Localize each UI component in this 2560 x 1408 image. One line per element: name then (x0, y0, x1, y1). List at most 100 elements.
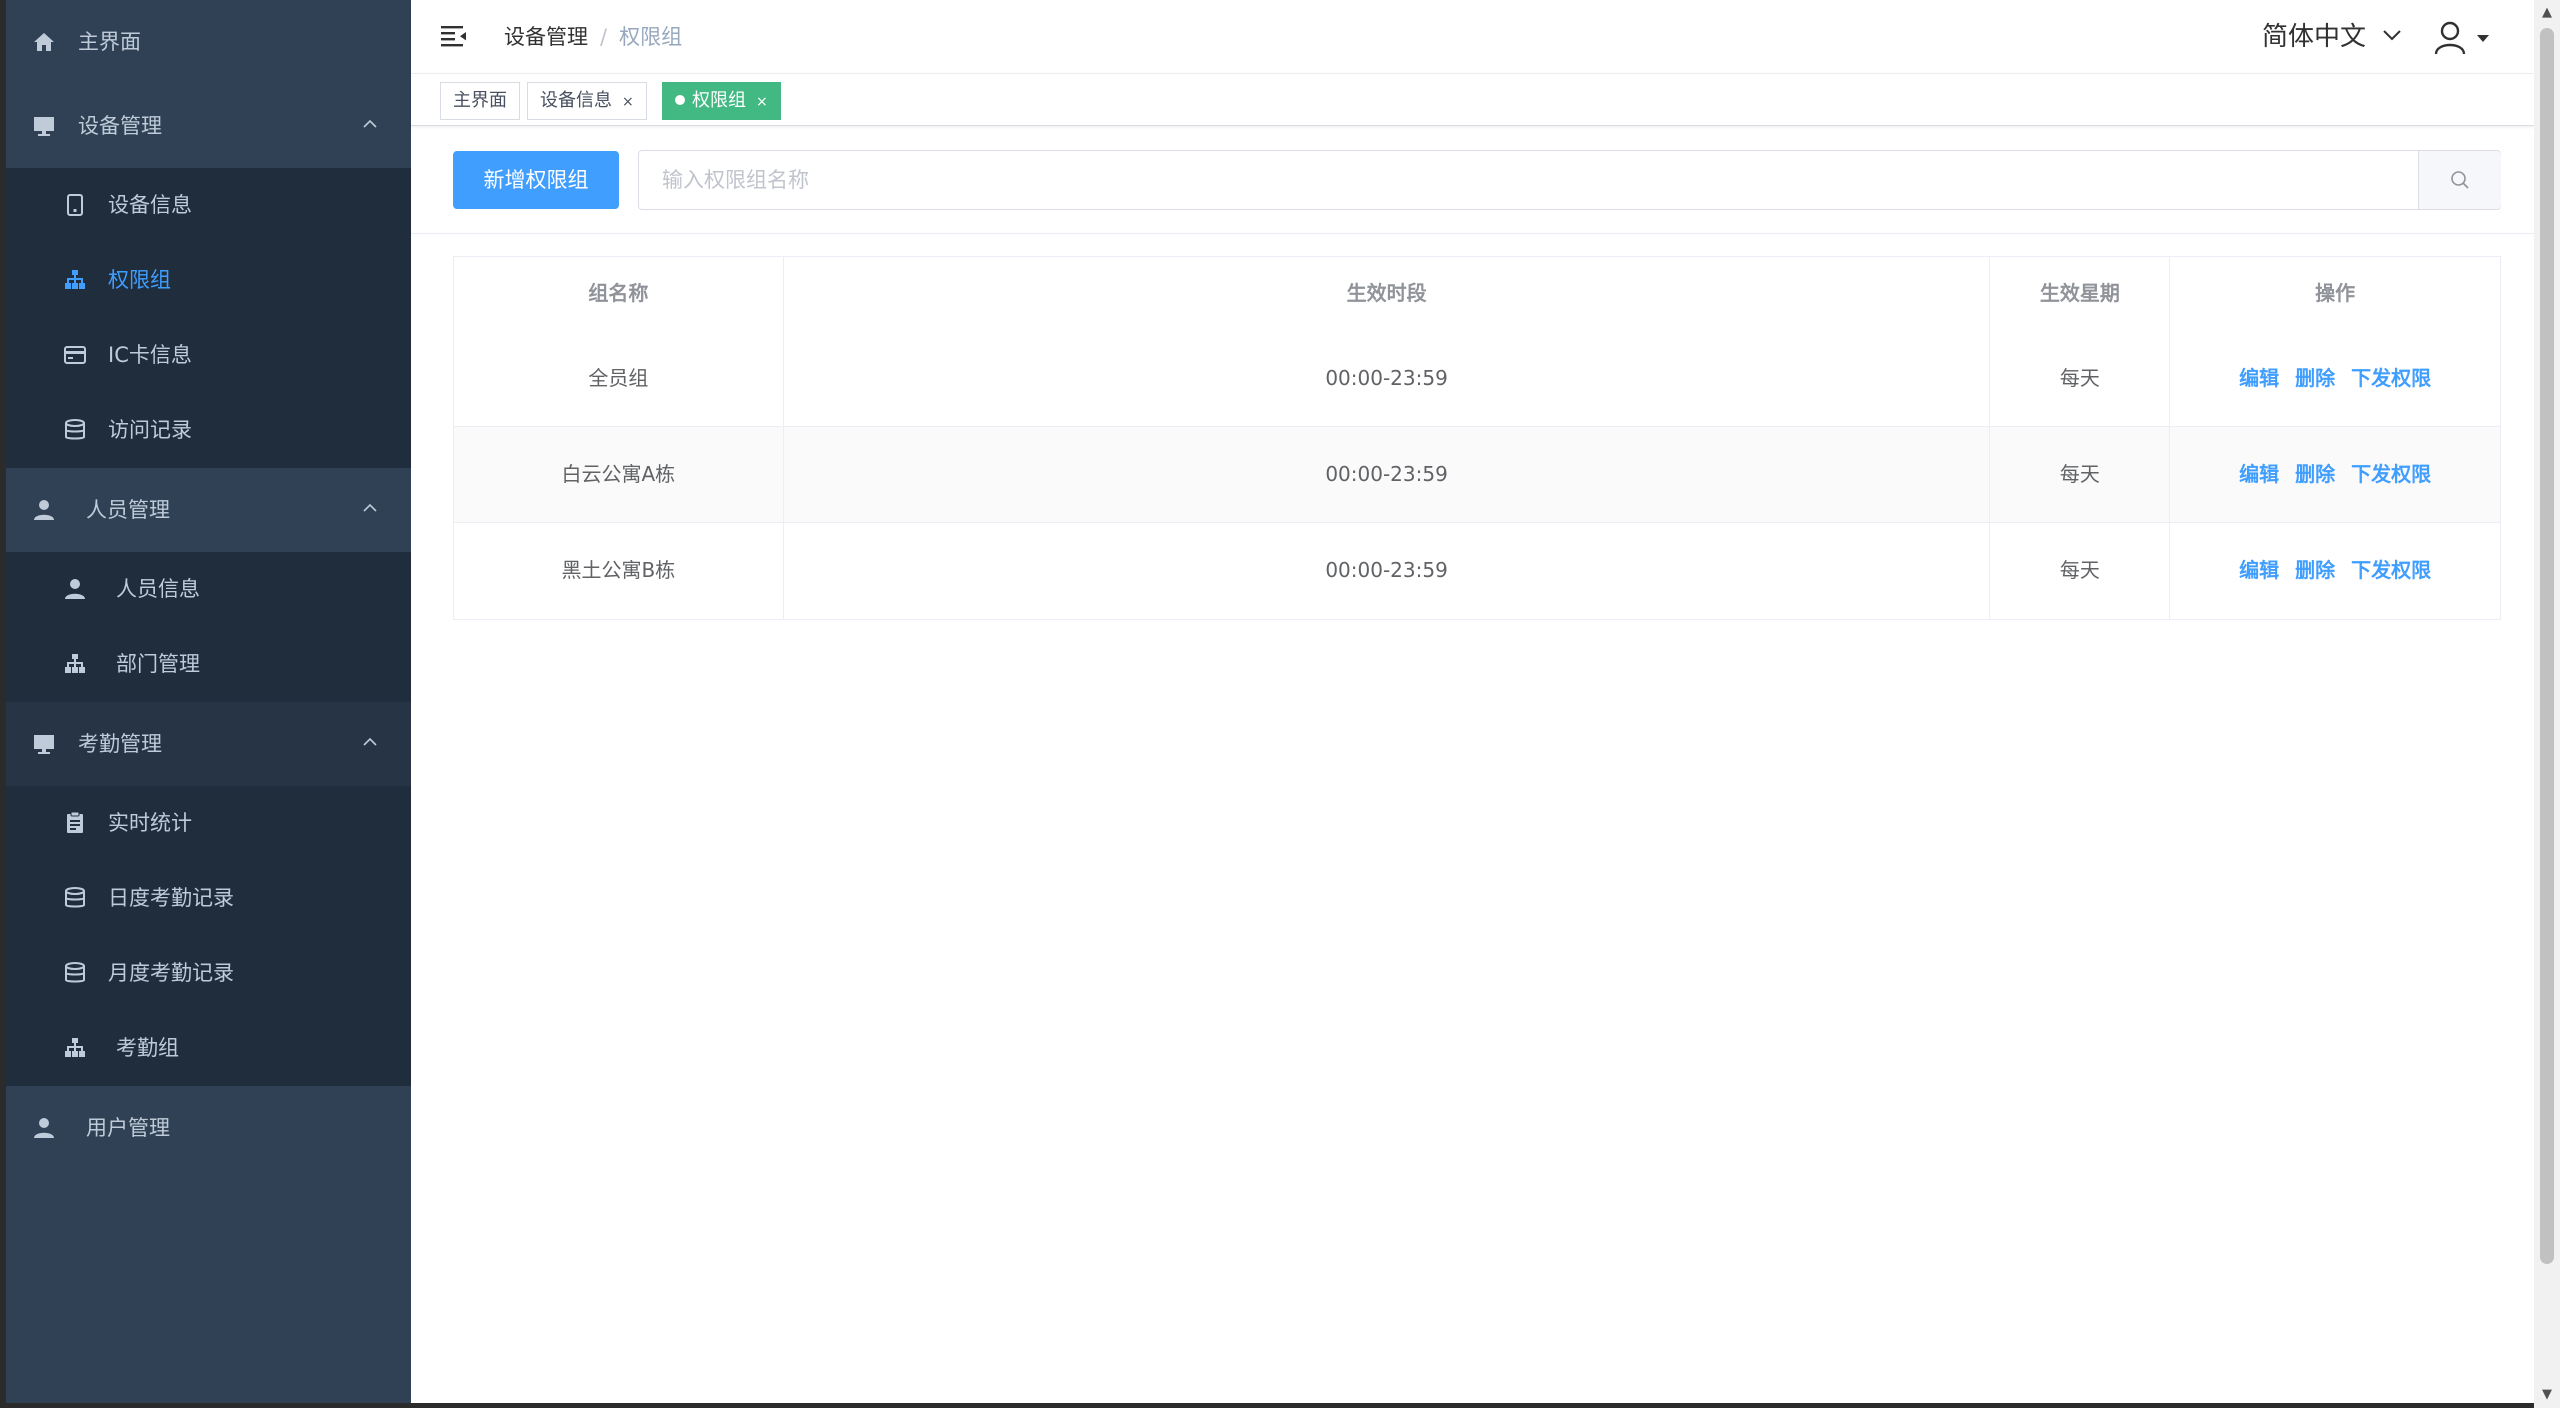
tag-device-info[interactable]: 设备信息 × (527, 82, 647, 120)
sidebar-menu-people-mgmt[interactable]: 人员管理 (6, 468, 411, 552)
monitor-icon (34, 735, 54, 754)
column-header-period: 生效时段 (784, 257, 1991, 331)
delete-link[interactable]: 删除 (2295, 366, 2335, 390)
cell-weekday: 每天 (1990, 523, 2171, 619)
tablet-icon (67, 194, 83, 216)
add-permission-group-button[interactable]: 新增权限组 (453, 151, 619, 209)
scroll-down-arrow-icon[interactable]: ▼ (2534, 1382, 2560, 1408)
delete-link[interactable]: 删除 (2295, 558, 2335, 582)
cell-name: 白云公寓A栋 (454, 427, 784, 522)
app-window: 主界面 设备管理 设备信息 权限组 IC卡信息 访问记录 人员管理 人员信息 部… (6, 0, 2534, 1403)
sidebar-item-label: 人员信息 (116, 577, 200, 601)
table-row: 黑土公寓B栋 00:00-23:59 每天 编辑 删除 下发权限 (454, 523, 2500, 619)
close-icon[interactable]: × (756, 84, 768, 120)
sidebar-menu-attendance-mgmt[interactable]: 考勤管理 (6, 702, 411, 786)
sidebar-item-label: 用户管理 (86, 1116, 170, 1140)
tag-permission-group[interactable]: 权限组 × (662, 82, 781, 120)
org-tree-icon (65, 654, 85, 673)
sidebar-item-access-log[interactable]: 访问记录 (6, 393, 411, 468)
sidebar-item-user-mgmt[interactable]: 用户管理 (6, 1086, 411, 1170)
sidebar-item-device-info[interactable]: 设备信息 (6, 168, 411, 243)
submenu-people-mgmt: 人员信息 部门管理 (6, 552, 411, 702)
table-row: 全员组 00:00-23:59 每天 编辑 删除 下发权限 (454, 331, 2500, 427)
search-button[interactable] (2418, 151, 2501, 209)
tag-label: 主界面 (453, 90, 507, 111)
sidebar-item-label: 日度考勤记录 (108, 886, 234, 910)
user-icon (34, 500, 54, 520)
cell-actions: 编辑 删除 下发权限 (2170, 427, 2500, 522)
sidebar-item-home[interactable]: 主界面 (6, 0, 411, 84)
sidebar-menu-label: 人员管理 (86, 498, 170, 522)
edit-link[interactable]: 编辑 (2239, 558, 2279, 582)
scroll-up-arrow-icon[interactable]: ▲ (2534, 0, 2560, 26)
org-tree-icon (65, 270, 85, 289)
tag-label: 设备信息 (540, 90, 612, 111)
search-icon (2451, 171, 2469, 189)
chevron-down-icon[interactable] (2381, 24, 2403, 46)
breadcrumb-current: 权限组 (619, 25, 683, 49)
sidebar-item-label: 月度考勤记录 (108, 961, 234, 985)
cell-name: 黑土公寓B栋 (454, 523, 784, 619)
user-icon (65, 579, 85, 599)
hamburger-icon[interactable] (441, 24, 467, 48)
cell-actions: 编辑 删除 下发权限 (2170, 331, 2500, 426)
sidebar-item-label: 设备信息 (108, 193, 192, 217)
monitor-icon (34, 117, 54, 136)
home-icon (34, 33, 54, 51)
navbar: 设备管理 / 权限组 简体中文 (411, 0, 2534, 74)
cell-period: 00:00-23:59 (784, 523, 1991, 619)
sidebar-item-people-info[interactable]: 人员信息 (6, 552, 411, 627)
sidebar-item-label: 主界面 (78, 30, 141, 54)
sidebar-menu-device-mgmt[interactable]: 设备管理 (6, 84, 411, 168)
sidebar-item-label: 访问记录 (108, 418, 192, 442)
cell-weekday: 每天 (1990, 427, 2171, 522)
issue-permission-link[interactable]: 下发权限 (2351, 366, 2431, 390)
clipboard-icon (67, 811, 83, 833)
edit-link[interactable]: 编辑 (2239, 366, 2279, 390)
sidebar-item-realtime-stats[interactable]: 实时统计 (6, 786, 411, 861)
search-box (638, 150, 2501, 210)
database-icon (65, 962, 85, 983)
scrollbar-thumb[interactable] (2540, 28, 2554, 1264)
chevron-up-icon (363, 503, 377, 512)
sidebar-item-ic-card[interactable]: IC卡信息 (6, 318, 411, 393)
edit-link[interactable]: 编辑 (2239, 462, 2279, 486)
delete-link[interactable]: 删除 (2295, 462, 2335, 486)
section-divider (411, 233, 2534, 234)
vertical-scrollbar[interactable]: ▲ ▼ (2534, 0, 2560, 1408)
sidebar-item-department[interactable]: 部门管理 (6, 627, 411, 702)
column-header-actions: 操作 (2315, 281, 2356, 305)
sidebar-item-label: 权限组 (108, 268, 171, 292)
cell-period: 00:00-23:59 (784, 427, 1991, 522)
close-icon[interactable]: × (622, 84, 634, 120)
submenu-attendance-mgmt: 实时统计 日度考勤记录 月度考勤记录 考勤组 (6, 786, 411, 1086)
tag-home[interactable]: 主界面 (440, 82, 520, 120)
sidebar-item-attendance-group[interactable]: 考勤组 (6, 1011, 411, 1086)
table-body: 全员组 00:00-23:59 每天 编辑 删除 下发权限 白云公寓A栋 00:00… (454, 331, 2500, 619)
sidebar-item-daily-attendance[interactable]: 日度考勤记录 (6, 861, 411, 936)
issue-permission-link[interactable]: 下发权限 (2351, 462, 2431, 486)
submenu-device-mgmt: 设备信息 权限组 IC卡信息 访问记录 (6, 168, 411, 468)
sidebar-item-monthly-attendance[interactable]: 月度考勤记录 (6, 936, 411, 1011)
sidebar-item-label: 实时统计 (108, 811, 192, 835)
search-input[interactable] (639, 151, 2418, 209)
active-dot-icon (675, 95, 685, 105)
chevron-up-icon (363, 119, 377, 128)
user-avatar-icon[interactable] (2433, 20, 2467, 56)
table-header-row: 组名称 生效时段 生效星期 操作 (454, 257, 2500, 331)
table-header: 组名称 生效时段 生效星期 操作 (454, 257, 2500, 331)
breadcrumb-item[interactable]: 设备管理 (504, 25, 588, 49)
issue-permission-link[interactable]: 下发权限 (2351, 558, 2431, 582)
cell-weekday: 每天 (1990, 331, 2171, 426)
org-tree-icon (65, 1038, 85, 1057)
sidebar-item-permission-group[interactable]: 权限组 (6, 243, 411, 318)
sidebar-menu-label: 设备管理 (78, 114, 162, 138)
database-icon (65, 419, 85, 440)
sidebar: 主界面 设备管理 设备信息 权限组 IC卡信息 访问记录 人员管理 人员信息 部… (6, 0, 411, 1403)
language-selector[interactable]: 简体中文 (2262, 0, 2366, 74)
tag-label: 权限组 (692, 90, 746, 111)
sidebar-menu-label: 考勤管理 (78, 732, 162, 756)
permission-group-table: 组名称 生效时段 生效星期 操作 全员组 00:00-23:59 每天 编辑 删除… (453, 256, 2501, 620)
user-icon (34, 1118, 54, 1138)
caret-down-icon[interactable] (2477, 35, 2489, 42)
